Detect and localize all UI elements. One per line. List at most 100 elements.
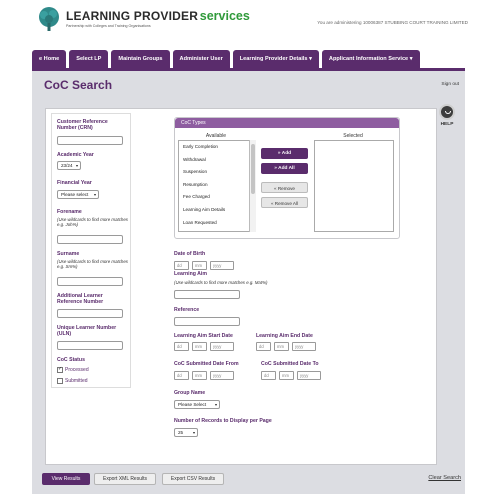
nav-learning-provider-details[interactable]: Learning Provider Details ▾	[232, 50, 319, 68]
academic-year-select[interactable]: 23/24 ▾	[57, 161, 81, 170]
coc-status-label: CoC Status	[57, 357, 85, 363]
group-name-label: Group Name	[174, 390, 206, 396]
learning-aim-hint: (Use wildcards to find more matches e.g.…	[174, 280, 268, 285]
remove-all-button[interactable]: « Remove All	[261, 197, 308, 208]
chevron-down-icon: ▾	[93, 192, 96, 197]
financial-year-label: Financial Year	[57, 180, 92, 186]
nav-applicant-information-service[interactable]: Applicant Information Service ▾	[321, 50, 420, 68]
search-panel: Customer Reference Number (CRN) Academic…	[45, 108, 437, 465]
submitted-to-month[interactable]: mm	[279, 371, 294, 380]
list-item[interactable]: Suspension	[179, 166, 255, 179]
financial-year-select[interactable]: Please select ▾	[57, 190, 99, 199]
clear-search-link[interactable]: Clear Search	[428, 475, 461, 481]
available-scrollbar[interactable]	[249, 140, 256, 232]
list-item[interactable]: Resumption	[179, 179, 255, 192]
processed-checkbox[interactable]	[57, 366, 63, 373]
records-per-page-select[interactable]: 25 ▾	[174, 428, 198, 437]
scrollbar-thumb[interactable]	[251, 144, 255, 194]
export-xml-button[interactable]: Export XML Results	[94, 473, 156, 485]
sign-out-link[interactable]: Sign out	[441, 82, 459, 87]
surname-input[interactable]	[57, 277, 123, 286]
aim-end-month[interactable]: mm	[274, 342, 289, 351]
brand: LEARNING PROVIDER services	[66, 9, 250, 23]
page: CoC Search Sign out HELP Customer Refere…	[32, 71, 465, 494]
view-results-button[interactable]: View Results	[42, 473, 90, 485]
help-button[interactable]: HELP	[435, 104, 459, 127]
aim-start-label: Learning Aim Start Date	[174, 333, 233, 339]
crn-label: Customer Reference Number (CRN)	[57, 119, 108, 132]
add-all-button[interactable]: » Add All	[261, 163, 308, 174]
forename-hint: (Use wildcards to find more matches e.g.…	[57, 217, 129, 228]
dob-day[interactable]: dd	[174, 261, 189, 270]
group-name-value: Please Select	[178, 402, 207, 407]
header: LEARNING PROVIDER services Partnership w…	[0, 0, 498, 46]
nav-home[interactable]: e Home	[32, 50, 67, 68]
submitted-from-label: CoC Submitted Date From	[174, 361, 239, 367]
main-nav: e Home Select LP Maintain Groups Adminis…	[32, 50, 420, 68]
admin-note: You are administering 10006387 STUBBING …	[317, 20, 468, 25]
list-item[interactable]: Learning Aim Details	[179, 204, 255, 217]
learning-aim-label: Learning Aim	[174, 271, 207, 277]
alrn-label: Additional Learner Reference Number	[57, 293, 104, 306]
crn-input[interactable]	[57, 136, 123, 145]
records-per-page-value: 25	[178, 430, 184, 435]
help-icon[interactable]	[439, 104, 455, 120]
coc-types-title: CoC Types	[175, 118, 399, 128]
learner-filters: Customer Reference Number (CRN) Academic…	[51, 113, 131, 388]
submitted-from-month[interactable]: mm	[192, 371, 207, 380]
forename-input[interactable]	[57, 235, 123, 244]
aim-start-month[interactable]: mm	[192, 342, 207, 351]
list-item[interactable]: Loan Requested	[179, 217, 255, 230]
list-item[interactable]: Early Completion	[179, 141, 255, 154]
academic-year-label: Academic Year	[57, 152, 94, 158]
uln-label: Unique Learner Number (ULN)	[57, 325, 117, 338]
reference-input[interactable]	[174, 317, 240, 326]
submitted-checkbox[interactable]	[57, 378, 63, 384]
export-csv-button[interactable]: Export CSV Results	[162, 473, 224, 485]
submitted-from-day[interactable]: dd	[174, 371, 189, 380]
available-heading: Available	[205, 133, 227, 139]
available-list[interactable]: Early Completion Withdrawal Suspension R…	[178, 140, 256, 232]
group-name-select[interactable]: Please Select ▾	[174, 400, 220, 409]
chevron-down-icon: ▾	[192, 430, 195, 435]
aim-end-year[interactable]: yyyy	[292, 342, 316, 351]
surname-label: Surname	[57, 251, 80, 257]
nav-maintain-groups[interactable]: Maintain Groups	[111, 50, 170, 68]
submitted-to-day[interactable]: dd	[261, 371, 276, 380]
selected-heading: Selected	[343, 133, 363, 139]
submitted-to-year[interactable]: yyyy	[297, 371, 321, 380]
nav-administer-user[interactable]: Administer User	[172, 50, 230, 68]
coc-types-box: CoC Types Available Selected Early Compl…	[174, 117, 400, 239]
aim-start-year[interactable]: yyyy	[210, 342, 234, 351]
tagline: Partnership with Colleges and Training O…	[66, 24, 151, 28]
aim-end-label: Learning Aim End Date	[256, 333, 313, 339]
submitted-to-label: CoC Submitted Date To	[261, 361, 319, 367]
records-per-page-label: Number of Records to Display per Page	[174, 418, 272, 424]
submitted-from-year[interactable]: yyyy	[210, 371, 234, 380]
processed-label: Processed	[65, 367, 89, 373]
add-button[interactable]: » Add	[261, 148, 308, 159]
help-label: HELP	[440, 122, 454, 127]
forename-label: Forename	[57, 209, 82, 215]
chevron-down-icon: ▾	[75, 163, 78, 168]
learning-aim-input[interactable]	[174, 290, 240, 299]
aim-end-day[interactable]: dd	[256, 342, 271, 351]
alrn-input[interactable]	[57, 309, 123, 318]
financial-year-value: Please select	[61, 192, 89, 197]
page-title: CoC Search	[44, 78, 113, 92]
surname-hint: (Use wildcards to find more matches e.g.…	[57, 259, 129, 270]
remove-button[interactable]: « Remove	[261, 182, 308, 193]
uln-input[interactable]	[57, 341, 123, 350]
selected-list[interactable]	[314, 140, 394, 232]
academic-year-value: 23/24	[61, 163, 73, 168]
brand-services: services	[199, 9, 250, 23]
brand-name: LEARNING PROVIDER	[66, 9, 199, 23]
dob-year[interactable]: yyyy	[210, 261, 234, 270]
list-item[interactable]: Withdrawal	[179, 154, 255, 167]
dob-label: Date of Birth	[174, 251, 206, 257]
reference-label: Reference	[174, 307, 200, 313]
dob-month[interactable]: mm	[192, 261, 207, 270]
list-item[interactable]: Fee Charged	[179, 191, 255, 204]
aim-start-day[interactable]: dd	[174, 342, 189, 351]
nav-select-lp[interactable]: Select LP	[69, 50, 109, 68]
